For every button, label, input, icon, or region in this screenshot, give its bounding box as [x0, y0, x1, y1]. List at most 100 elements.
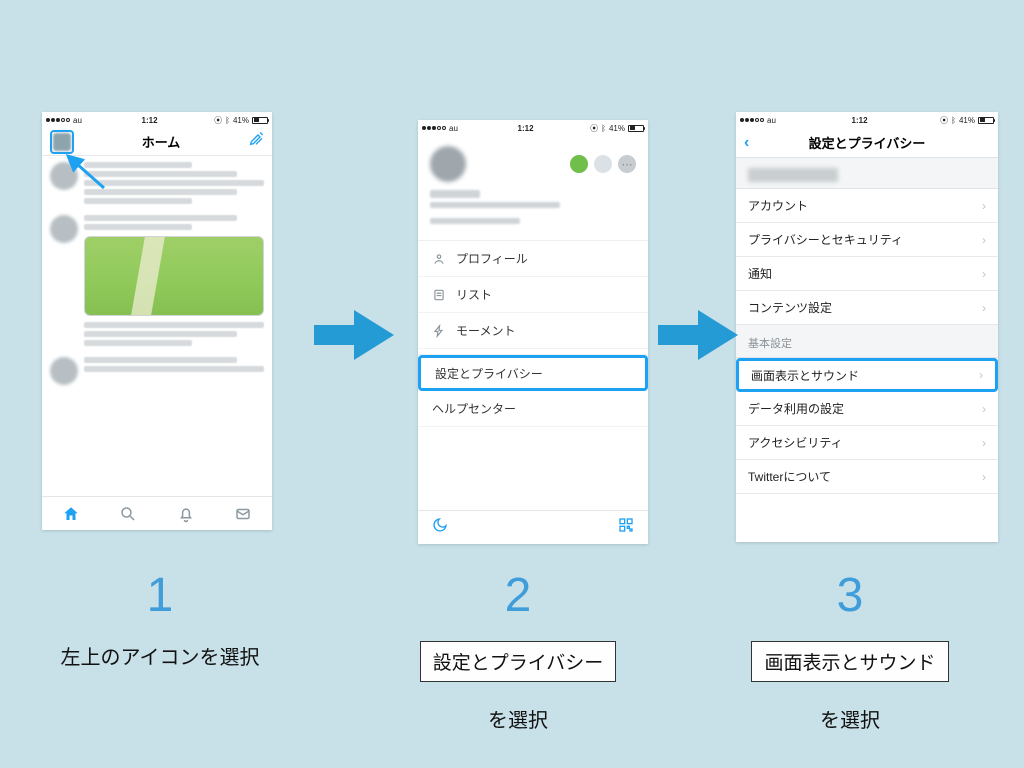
moon-icon[interactable] — [432, 517, 448, 538]
chevron-right-icon: › — [979, 368, 983, 382]
menu-help-center[interactable]: ヘルプセンター — [418, 391, 648, 427]
carrier-label: au — [73, 116, 82, 125]
nav-title: ホーム — [142, 132, 181, 151]
chevron-right-icon: › — [982, 301, 986, 315]
menu-label: プロフィール — [456, 250, 528, 267]
row-about-twitter[interactable]: Twitterについて › — [736, 460, 998, 494]
chevron-right-icon: › — [982, 267, 986, 281]
timeline[interactable] — [42, 156, 272, 399]
row-label: Twitterについて — [748, 468, 831, 485]
list-icon — [432, 288, 446, 302]
section-basic: 基本設定 — [736, 325, 998, 358]
row-notifications[interactable]: 通知 › — [736, 257, 998, 291]
chevron-right-icon: › — [982, 470, 986, 484]
bluetooth-icon: ᛒ — [225, 116, 230, 125]
search-tab-icon[interactable] — [119, 505, 137, 523]
step-number: 2 — [368, 568, 668, 623]
menu-list[interactable]: リスト — [418, 277, 648, 313]
step-text: 左上のアイコンを選択 — [10, 641, 310, 670]
step-subtext: を選択 — [368, 704, 668, 733]
section-user — [736, 158, 998, 189]
bolt-icon — [432, 324, 446, 338]
nav-title: 設定とプライバシー — [809, 133, 926, 152]
row-content-settings[interactable]: コンテンツ設定 › — [736, 291, 998, 325]
person-icon — [432, 252, 446, 266]
chevron-right-icon: › — [982, 436, 986, 450]
menu-profile[interactable]: プロフィール — [418, 241, 648, 277]
step-2: 2 設定とプライバシー を選択 — [368, 568, 668, 733]
compose-icon[interactable] — [248, 131, 264, 152]
step-1: 1 左上のアイコンを選択 — [10, 568, 310, 670]
row-display-sound[interactable]: 画面表示とサウンド › — [736, 358, 998, 392]
clock: 1:12 — [142, 116, 158, 125]
nav-bar: ホーム — [42, 128, 272, 156]
chevron-right-icon: › — [982, 402, 986, 416]
step-number: 1 — [10, 568, 310, 623]
drawer-header: ⋯ — [418, 136, 648, 234]
row-label: アカウント — [748, 197, 808, 214]
back-button[interactable]: ‹ — [744, 134, 749, 152]
signal-dots-icon — [740, 118, 764, 122]
home-tab-icon[interactable] — [62, 505, 80, 523]
menu-moments[interactable]: モーメント — [418, 313, 648, 349]
step-boxed-label: 画面表示とサウンド — [751, 641, 948, 682]
chevron-right-icon: › — [982, 199, 986, 213]
qr-icon[interactable] — [618, 517, 634, 538]
battery-pct: 41% — [609, 124, 625, 133]
step-boxed-label: 設定とプライバシー — [420, 641, 617, 682]
drawer-menu: プロフィール リスト モーメント 設定とプライバシー ヘルプセンター — [418, 240, 648, 427]
arrow-2-to-3 — [658, 310, 738, 360]
row-label: データ利用の設定 — [748, 400, 844, 417]
step-3: 3 画面表示とサウンド を選択 — [700, 568, 1000, 733]
step-number: 3 — [700, 568, 1000, 623]
avatar — [50, 162, 78, 190]
notifications-tab-icon[interactable] — [177, 505, 195, 523]
battery-icon — [978, 117, 994, 124]
clock: 1:12 — [852, 116, 868, 125]
phone-1-home: au 1:12 ⦿ ᛒ 41% ホーム — [42, 112, 272, 530]
status-bar: au 1:12 ⦿ ᛒ 41% — [418, 120, 648, 136]
signal-dots-icon — [422, 126, 446, 130]
tweet[interactable] — [50, 162, 264, 207]
avatar — [50, 357, 78, 385]
account-switcher[interactable]: ⋯ — [570, 155, 636, 173]
tweet-image — [84, 236, 264, 316]
step-subtext: を選択 — [700, 704, 1000, 733]
phone-2-drawer: au 1:12 ⦿ ᛒ 41% ⋯ — [418, 120, 648, 544]
row-account[interactable]: アカウント › — [736, 189, 998, 223]
profile-icon[interactable] — [50, 130, 74, 154]
menu-label: 設定とプライバシー — [435, 365, 543, 382]
battery-pct: 41% — [233, 116, 249, 125]
row-label: アクセシビリティ — [748, 434, 843, 451]
status-bar: au 1:12 ⦿ ᛒ 41% — [736, 112, 998, 128]
battery-pct: 41% — [959, 116, 975, 125]
signal-dots-icon — [46, 118, 70, 122]
tab-bar — [42, 496, 272, 530]
alarm-icon: ⦿ — [590, 123, 598, 134]
alarm-icon: ⦿ — [940, 115, 948, 126]
chevron-right-icon: › — [982, 233, 986, 247]
row-accessibility[interactable]: アクセシビリティ › — [736, 426, 998, 460]
section-label: 基本設定 — [748, 338, 792, 350]
row-label: プライバシーとセキュリティ — [748, 231, 903, 248]
status-bar: au 1:12 ⦿ ᛒ 41% — [42, 112, 272, 128]
menu-settings-privacy[interactable]: 設定とプライバシー — [418, 355, 648, 391]
bluetooth-icon: ᛒ — [601, 124, 606, 133]
row-privacy-security[interactable]: プライバシーとセキュリティ › — [736, 223, 998, 257]
phone-3-settings: au 1:12 ⦿ ᛒ 41% ‹ 設定とプライバシー アカウント › プライバ… — [736, 112, 998, 542]
carrier-label: au — [449, 124, 458, 133]
nav-bar: ‹ 設定とプライバシー — [736, 128, 998, 158]
arrow-1-to-2 — [314, 310, 394, 360]
tweet[interactable] — [50, 215, 264, 349]
bluetooth-icon: ᛒ — [951, 116, 956, 125]
carrier-label: au — [767, 116, 776, 125]
avatar — [50, 215, 78, 243]
menu-label: ヘルプセンター — [432, 400, 516, 417]
tweet[interactable] — [50, 357, 264, 385]
battery-icon — [628, 125, 644, 132]
row-data-usage[interactable]: データ利用の設定 › — [736, 392, 998, 426]
drawer-avatar[interactable] — [430, 146, 466, 182]
menu-label: モーメント — [456, 322, 516, 339]
messages-tab-icon[interactable] — [234, 505, 252, 523]
drawer-footer — [418, 510, 648, 544]
